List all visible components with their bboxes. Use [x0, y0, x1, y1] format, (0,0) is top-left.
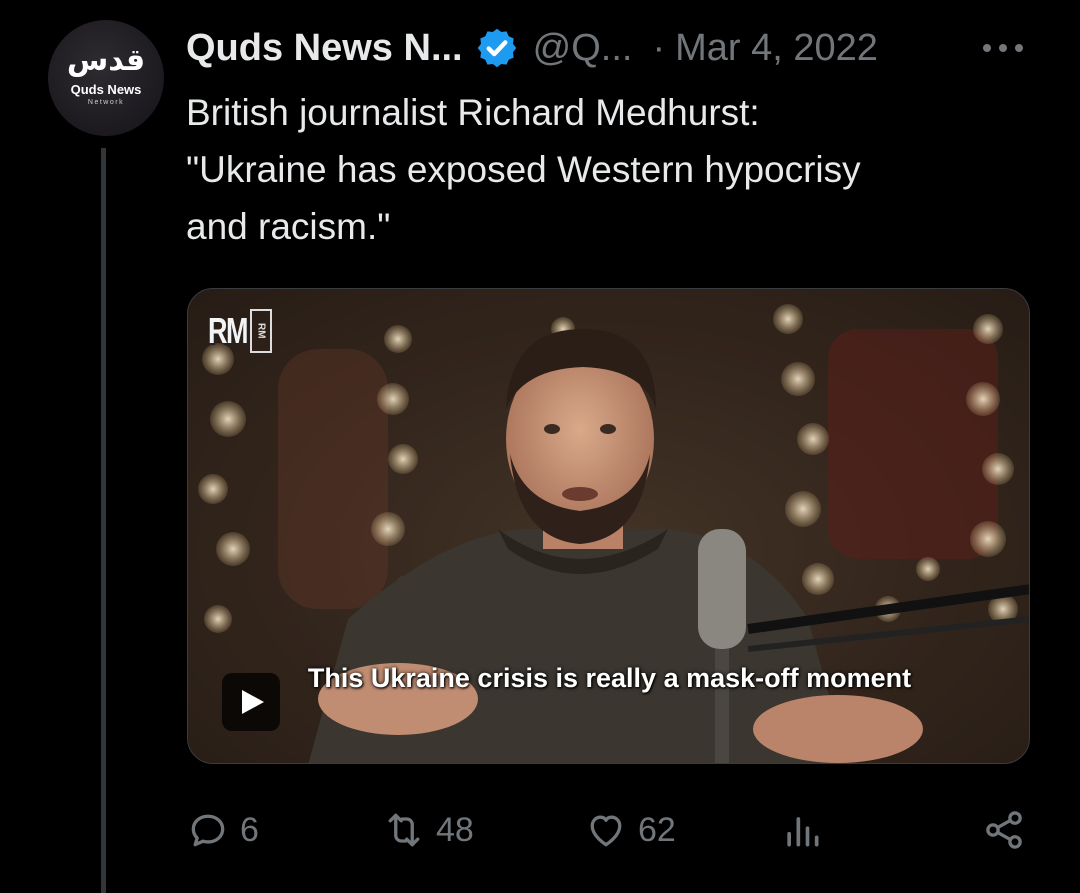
tweet-text: British journalist Richard Medhurst: "Uk… — [186, 84, 1026, 255]
avatar-logo-mark: قدس — [66, 43, 146, 78]
repost-count: 48 — [436, 810, 474, 849]
avatar[interactable]: قدس Quds News Network — [48, 20, 164, 136]
views-button[interactable] — [780, 800, 824, 860]
separator-dot: · — [652, 26, 666, 69]
heart-icon — [590, 815, 622, 847]
channel-logo: RM RM — [208, 309, 272, 353]
play-icon — [242, 690, 264, 714]
tweet-actions: 6 48 62 — [186, 800, 1030, 860]
reply-button[interactable]: 6 — [186, 800, 259, 860]
tweet-text-line: British journalist Richard Medhurst: — [186, 92, 760, 133]
views-icon — [787, 817, 819, 847]
video-caption: This Ukraine crisis is really a mask-off… — [307, 663, 912, 693]
thread-line — [101, 148, 106, 893]
post-date[interactable]: Mar 4, 2022 — [675, 27, 878, 70]
avatar-logo-sub: Network — [87, 99, 125, 106]
reply-icon — [191, 814, 225, 847]
channel-logo-box: RM — [250, 309, 272, 353]
share-button[interactable] — [982, 800, 1026, 860]
handle[interactable]: @Q... — [533, 27, 633, 70]
tweet-text-line: "Ukraine has exposed Western hypocrisy — [186, 149, 861, 190]
display-name[interactable]: Quds News N... — [186, 27, 463, 70]
channel-logo-text: RM — [208, 310, 249, 351]
more-options-icon[interactable] — [980, 28, 1026, 68]
repost-icon — [388, 813, 420, 847]
tweet-header: Quds News N... @Q... · Mar 4, 2022 — [186, 18, 1046, 78]
avatar-logo-name: Quds News — [70, 82, 142, 97]
tweet-text-line: and racism." — [186, 206, 391, 247]
video-player[interactable]: RM RM This Ukraine crisis is really a ma… — [187, 288, 1030, 764]
reply-count: 6 — [240, 810, 259, 849]
like-button[interactable]: 62 — [584, 800, 676, 860]
share-icon — [986, 811, 1022, 849]
like-count: 62 — [638, 810, 676, 849]
verified-badge-icon — [475, 26, 519, 70]
repost-button[interactable]: 48 — [382, 800, 474, 860]
play-button[interactable] — [222, 673, 280, 731]
